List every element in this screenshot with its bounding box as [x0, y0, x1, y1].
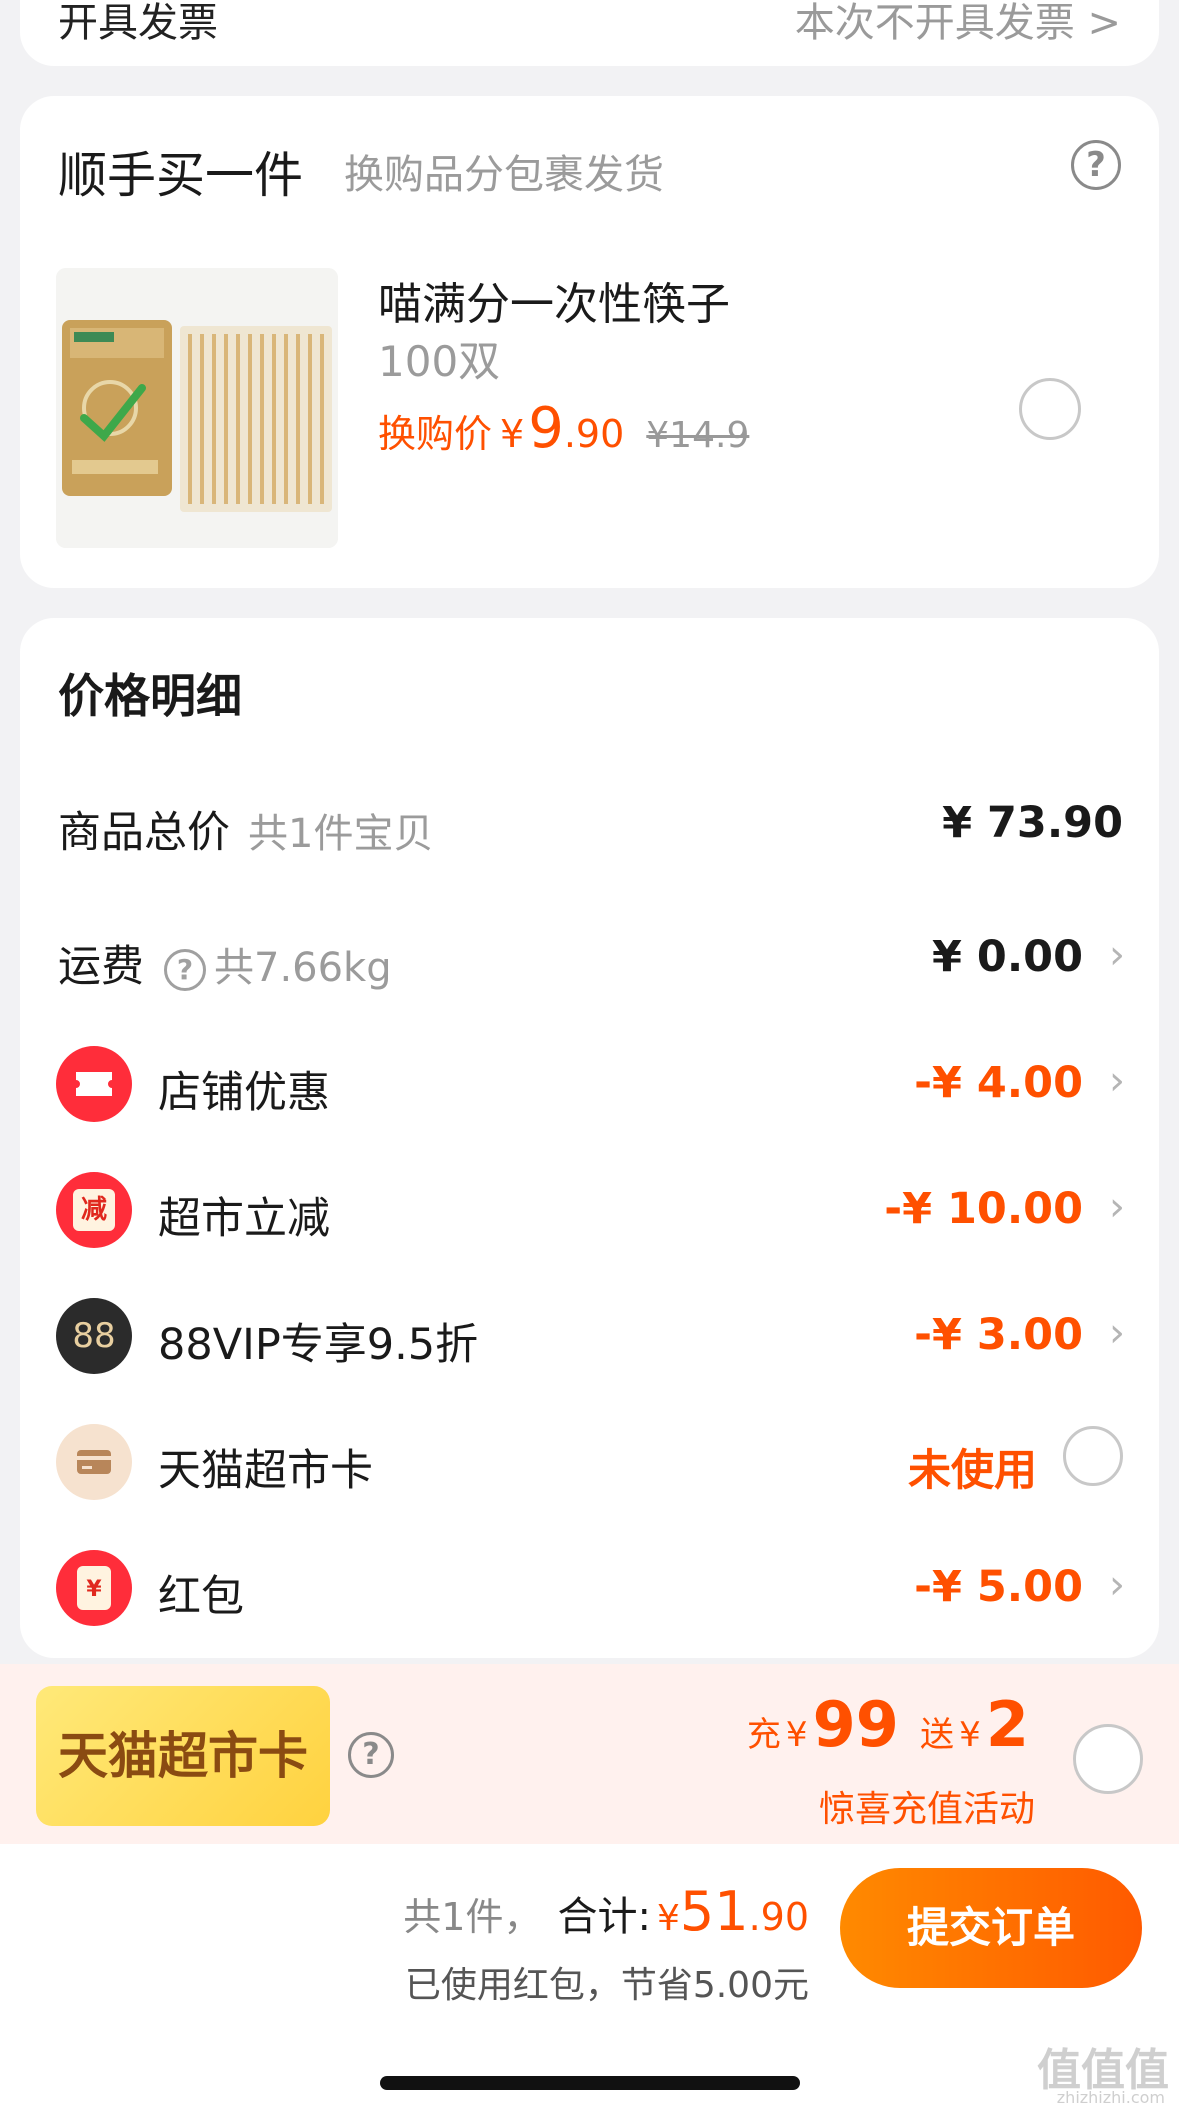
chevron-right-icon: ›	[1109, 932, 1125, 978]
price-int: 9	[528, 396, 564, 461]
price-details-card: 价格明细 商品总价 共1件宝贝 ¥ 73.90 运费? 共7.66kg ¥ 0.00…	[20, 618, 1159, 1658]
row-red-packet[interactable]: ¥ 红包 -¥ 5.00 ›	[20, 1536, 1159, 1636]
tmall-card-label: 天猫超市卡	[158, 1446, 373, 1496]
addon-title: 顺手买一件	[58, 147, 304, 204]
invoice-label: 开具发票	[58, 0, 218, 46]
red-packet-label: 红包	[158, 1572, 244, 1622]
total-label: 合计:	[557, 1894, 651, 1940]
row-store-discount[interactable]: 店铺优惠 -¥ 4.00 ›	[20, 1032, 1159, 1132]
price-label: 换购价	[378, 412, 493, 456]
discount-badge-icon: 减	[56, 1172, 132, 1248]
ticket-icon	[56, 1046, 132, 1122]
shipping-label: 运费	[58, 942, 144, 992]
tmall-card-radio[interactable]	[1063, 1426, 1123, 1486]
88vip-label: 88VIP专享9.5折	[158, 1320, 479, 1370]
tmall-card-promo-button[interactable]: 天猫超市卡	[36, 1686, 330, 1826]
shipping-weight: 共7.66kg	[214, 945, 392, 991]
shipping-amount: ¥ 0.00	[932, 932, 1083, 982]
invoice-card[interactable]: 开具发票 本次不开具发票 >	[20, 0, 1159, 66]
row-tmall-card[interactable]: 天猫超市卡 未使用	[20, 1410, 1159, 1510]
tmall-card-status: 未使用	[908, 1446, 1037, 1496]
chevron-right-icon: ›	[1109, 1310, 1125, 1356]
product-image[interactable]	[56, 268, 338, 548]
checkout-page: 开具发票 本次不开具发票 > 顺手买一件 换购品分包裹发货 ? 喵满分一次性筷子…	[0, 0, 1179, 2112]
charge-amount: 99	[812, 1688, 899, 1761]
total-int: 51	[679, 1880, 749, 1943]
promo-note: 惊喜充值活动	[818, 1789, 1035, 1830]
product-price: 换购价 ¥9.90 ¥14.9	[378, 396, 749, 461]
question-circle-icon[interactable]: ?	[1071, 140, 1121, 190]
item-count: 共1件，	[403, 1895, 542, 1939]
goods-total-label: 商品总价	[58, 808, 230, 858]
product-spec: 100双	[378, 337, 501, 386]
checkout-bottom-bar: 共1件， 合计: ¥51.90 已使用红包，节省5.00元 提交订单 值值值 zhi…	[0, 1844, 1179, 2112]
row-88vip[interactable]: 88 88VIP专享9.5折 -¥ 3.00 ›	[20, 1284, 1159, 1384]
market-discount-amount: -¥ 10.00	[884, 1184, 1083, 1234]
tmall-card-promo: 天猫超市卡 ? 充 ¥ 99 送 ¥ 2 惊喜充值活动	[0, 1664, 1179, 1844]
88vip-amount: -¥ 3.00	[914, 1310, 1083, 1360]
original-price: ¥14.9	[646, 415, 750, 456]
gift-currency: ¥	[959, 1715, 981, 1755]
addon-select-radio[interactable]	[1019, 378, 1081, 440]
store-discount-label: 店铺优惠	[158, 1068, 330, 1118]
88vip-icon: 88	[56, 1298, 132, 1374]
store-discount-amount: -¥ 4.00	[914, 1058, 1083, 1108]
charge-label: 充	[746, 1715, 781, 1755]
chopsticks-package-image	[56, 268, 338, 548]
chevron-right-icon: ›	[1109, 1058, 1125, 1104]
row-shipping[interactable]: 运费? 共7.66kg ¥ 0.00 ›	[20, 906, 1159, 1006]
promo-select-radio[interactable]	[1073, 1724, 1143, 1794]
watermark-url: zhizhizhi.com	[1056, 2088, 1165, 2107]
goods-total-amount: ¥ 73.90	[942, 798, 1123, 848]
product-name[interactable]: 喵满分一次性筷子	[378, 268, 730, 332]
market-discount-label: 超市立减	[158, 1194, 330, 1244]
total-currency: ¥	[656, 1898, 680, 1939]
total-dec: .90	[748, 1895, 809, 1939]
gift-amount: 2	[985, 1688, 1029, 1761]
home-indicator[interactable]	[380, 2076, 800, 2090]
promo-offer: 充 ¥ 99 送 ¥ 2	[747, 1688, 1029, 1761]
invoice-value[interactable]: 本次不开具发票 >	[795, 0, 1121, 48]
addon-card: 顺手买一件 换购品分包裹发货 ? 喵满分一次性筷子 100双 换购价 ¥9.90…	[20, 96, 1159, 588]
price-details-title: 价格明细	[58, 669, 242, 723]
charge-currency: ¥	[785, 1715, 808, 1755]
row-market-discount[interactable]: 减 超市立减 -¥ 10.00 ›	[20, 1158, 1159, 1258]
question-circle-icon[interactable]: ?	[348, 1732, 394, 1778]
goods-total-sub: 共1件宝贝	[248, 811, 434, 857]
price-currency: ¥	[500, 412, 525, 456]
addon-subtitle: 换购品分包裹发货	[344, 152, 664, 198]
price-dec: .90	[563, 412, 625, 456]
row-goods-total: 商品总价 共1件宝贝 ¥ 73.90	[20, 772, 1159, 872]
submit-order-button[interactable]: 提交订单	[840, 1868, 1142, 1988]
chevron-right-icon: ›	[1109, 1562, 1125, 1608]
saved-note: 已使用红包，节省5.00元	[404, 1965, 809, 2006]
red-packet-amount: -¥ 5.00	[914, 1562, 1083, 1612]
question-circle-icon[interactable]: ?	[164, 948, 206, 991]
red-packet-icon: ¥	[56, 1550, 132, 1626]
order-total: 共1件， 合计: ¥51.90	[403, 1880, 809, 1943]
gift-label: 送	[920, 1715, 955, 1755]
card-icon	[56, 1424, 132, 1500]
chevron-right-icon: ›	[1109, 1184, 1125, 1230]
